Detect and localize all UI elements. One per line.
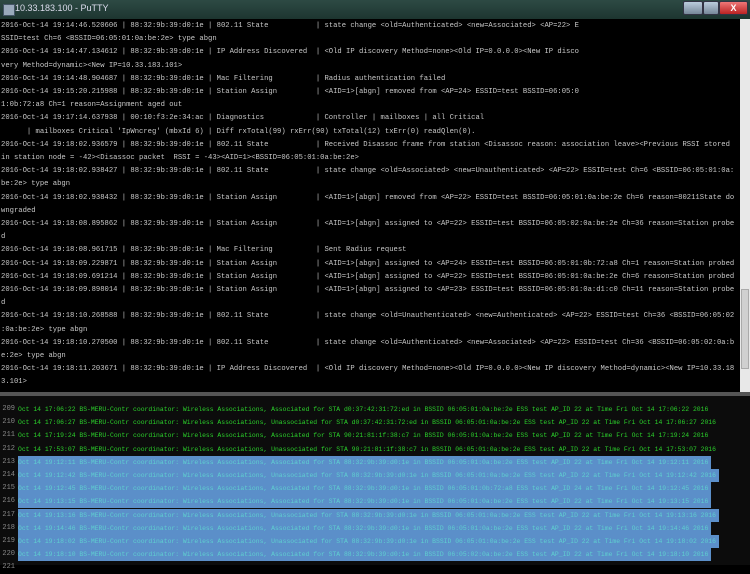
- editor-line[interactable]: 218 Oct 14 19:14:46 BS-MERU-Contr coordin…: [0, 521, 750, 535]
- editor-line[interactable]: 210 Oct 14 17:06:27 BS-MERU-Contr coordin…: [0, 416, 750, 429]
- line-text: Oct 14 19:14:46 BS-MERU-Contr coordinato…: [18, 521, 712, 535]
- line-number: 220: [2, 550, 15, 559]
- terminal-line: 2016-Oct-14 19:18:08.961715 | 88:32:9b:3…: [1, 246, 407, 255]
- terminal-line: 2016-Oct-14 19:18:11.203671 | 88:32:9b:3…: [1, 365, 735, 374]
- editor-line[interactable]: 214 Oct 14 19:12:42 BS-MERU-Contr coordin…: [0, 469, 750, 482]
- terminal-line: :0a:be:2e> type abgn: [1, 325, 88, 334]
- terminal-line: 2016-Oct-14 19:18:02.938432 | 88:32:9b:3…: [1, 193, 735, 202]
- line-text: Oct 14 19:13:16 BS-MERU-Contr coordinato…: [18, 508, 719, 522]
- editor-line[interactable]: 216 Oct 14 19:13:15 BS-MERU-Contr coordin…: [0, 495, 750, 509]
- terminal-line: 2016-Oct-14 19:14:46.520606 | 88:32:9b:3…: [1, 22, 579, 30]
- maximize-button[interactable]: [703, 1, 719, 15]
- line-number: 210: [2, 418, 15, 427]
- terminal-line: 3.101>: [1, 378, 27, 387]
- terminal-line: 2016-Oct-14 19:15:20.215988 | 88:32:9b:3…: [1, 88, 579, 97]
- line-number: 218: [2, 523, 15, 532]
- line-number: 221: [2, 563, 15, 572]
- terminal-line: very Method=dynamic><New IP=10.33.183.10…: [1, 61, 183, 70]
- terminal-line: d: [1, 299, 6, 308]
- editor-line[interactable]: 219 Oct 14 19:18:02 BS-MERU-Contr coordin…: [0, 535, 750, 548]
- line-text: Oct 14 19:12:45 BS-MERU-Contr coordinato…: [18, 482, 712, 496]
- terminal-line: 2016-Oct-14 19:18:08.895862 | 88:32:9b:3…: [1, 220, 735, 229]
- line-number: 217: [2, 510, 15, 519]
- minimize-button[interactable]: [683, 1, 703, 15]
- line-number: 219: [2, 537, 15, 545]
- editor-line[interactable]: 217 Oct 14 19:13:16 BS-MERU-Contr coordin…: [0, 508, 750, 522]
- close-button[interactable]: X: [719, 1, 748, 15]
- putty-app-icon[interactable]: [3, 4, 15, 16]
- editor-line[interactable]: 212 Oct 14 17:53:07 BS-MERU-Contr coordin…: [0, 443, 750, 456]
- terminal-line: e:2e> type abgn: [1, 352, 66, 361]
- line-number: 213: [2, 457, 15, 466]
- terminal-line: wngraded: [1, 206, 36, 215]
- line-text: Oct 14 17:06:27 BS-MERU-Contr coordinato…: [18, 419, 716, 427]
- line-number: 216: [2, 497, 15, 506]
- line-text: Oct 14 17:19:24 BS-MERU-Contr coordinato…: [18, 432, 709, 440]
- line-number: 215: [2, 484, 15, 493]
- scrollbar-thumb[interactable]: [741, 289, 749, 369]
- line-text: Oct 14 17:06:22 BS-MERU-Contr coordinato…: [18, 406, 709, 413]
- terminal-line: 2016-Oct-14 19:18:02.936579 | 88:32:9b:3…: [1, 140, 730, 149]
- window-title: 10.33.183.100 - PuTTY: [15, 3, 109, 13]
- line-text: Oct 14 19:12:42 BS-MERU-Contr coordinato…: [18, 469, 719, 482]
- terminal-line: 2016-Oct-14 19:18:10.268588 | 88:32:9b:3…: [1, 312, 735, 321]
- editor-line[interactable]: 211 Oct 14 17:19:24 BS-MERU-Contr coordin…: [0, 429, 750, 442]
- terminal-line: | mailboxes Critical 'IpWncreg' (mbxId 6…: [1, 127, 476, 136]
- editor-line[interactable]: 209 Oct 14 17:06:22 BS-MERU-Contr coordin…: [0, 403, 750, 416]
- terminal-line: 2016-Oct-14 19:18:02.938427 | 88:32:9b:3…: [1, 167, 735, 176]
- line-text: Oct 14 19:18:10 BS-MERU-Contr coordinato…: [18, 548, 712, 562]
- terminal-line: 2016-Oct-14 19:18:09.691214 | 88:32:9b:3…: [1, 272, 735, 281]
- terminal-line: d: [1, 233, 6, 242]
- line-number: 209: [2, 405, 15, 413]
- terminal-line: 2016-Oct-14 19:18:09.229871 | 88:32:9b:3…: [1, 259, 735, 268]
- terminal-line: SSID=test Ch=6 <BSSID=06:05:01:0a:be:2e>…: [1, 35, 217, 44]
- terminal-line: 2016-Oct-14 19:14:47.134612 | 88:32:9b:3…: [1, 48, 579, 57]
- line-number: 211: [2, 431, 15, 440]
- terminal-output[interactable]: 2016-Oct-14 19:14:46.520606 | 88:32:9b:3…: [0, 19, 740, 392]
- line-text: Oct 14 17:53:07 BS-MERU-Contr coordinato…: [18, 445, 716, 453]
- editor-line[interactable]: 221: [0, 561, 750, 574]
- line-number: 214: [2, 471, 15, 479]
- terminal-scrollbar[interactable]: [740, 19, 750, 392]
- terminal-line: 2016-Oct-14 19:17:14.637938 | 00:10:f3:2…: [1, 114, 485, 123]
- terminal-line: 2016-Oct-14 19:14:48.904687 | 88:32:9b:3…: [1, 74, 446, 83]
- line-number: 212: [2, 444, 15, 453]
- terminal-line: be:2e> type abgn: [1, 180, 71, 189]
- editor-line[interactable]: 215 Oct 14 19:12:45 BS-MERU-Contr coordin…: [0, 482, 750, 496]
- line-text: Oct 14 19:13:15 BS-MERU-Contr coordinato…: [18, 495, 712, 509]
- line-text: Oct 14 19:18:02 BS-MERU-Contr coordinato…: [18, 535, 719, 548]
- terminal-line: 2016-Oct-14 19:18:09.898014 | 88:32:9b:3…: [1, 286, 735, 295]
- window-titlebar: 10.33.183.100 - PuTTY X: [0, 0, 750, 19]
- terminal-line: 1:0b:72:a8 Ch=1 reason=Assignment aged o…: [1, 101, 183, 110]
- line-text: Oct 14 19:12:11 BS-MERU-Contr coordinato…: [18, 455, 712, 469]
- editor-line[interactable]: 220 Oct 14 19:18:10 BS-MERU-Contr coordin…: [0, 548, 750, 562]
- terminal-line: in station node = -42><Disassoc packet R…: [1, 154, 359, 163]
- log-editor[interactable]: 209 Oct 14 17:06:22 BS-MERU-Contr coordin…: [0, 396, 750, 571]
- terminal-text: 2016-Oct-14 19:14:46.520606 | 88:32:9b:3…: [0, 19, 737, 390]
- editor-line[interactable]: 213 Oct 14 19:12:11 BS-MERU-Contr coordin…: [0, 455, 750, 469]
- terminal-line: 2016-Oct-14 19:18:10.270500 | 88:32:9b:3…: [1, 338, 735, 347]
